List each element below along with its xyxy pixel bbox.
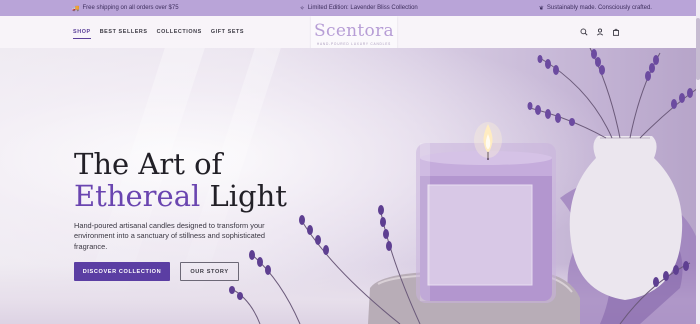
announcement-bar: 🚚 Free shipping on all orders over $75 ✧… (0, 0, 700, 16)
scrollbar-thumb[interactable] (696, 18, 700, 80)
search-icon[interactable] (580, 28, 588, 36)
sparkle-icon: ✧ (299, 5, 305, 12)
nav-link-shop[interactable]: SHOP (73, 29, 91, 39)
hero-title: The Art of Ethereal Light (74, 148, 287, 212)
hero-title-line1: The Art of (74, 147, 223, 181)
nav-link-gift-sets[interactable]: GIFT SETS (211, 29, 244, 35)
nav-icons (580, 16, 620, 48)
hero-title-accent: Ethereal (74, 179, 201, 213)
hero-title-rest: Light (200, 179, 287, 213)
bag-icon[interactable] (612, 28, 620, 36)
announcement-shipping-text: Free shipping on all orders over $75 (82, 5, 179, 11)
our-story-button[interactable]: OUR STORY (180, 262, 239, 281)
announcement-limited: ✧ Limited Edition: Lavender Bliss Collec… (300, 5, 418, 12)
nav-link-collections[interactable]: COLLECTIONS (157, 29, 202, 35)
page-scrollbar[interactable] (696, 0, 700, 324)
announcement-sustainable: ❦ Sustainably made. Consciously crafted. (539, 5, 652, 12)
logo-wordmark: Scentora (314, 21, 394, 41)
leaf-icon: ❦ (538, 5, 544, 12)
announcement-shipping: 🚚 Free shipping on all orders over $75 (72, 5, 179, 12)
hero-subtitle: Hand-poured artisanal candles designed t… (74, 221, 266, 251)
discover-collection-button[interactable]: DISCOVER COLLECTION (74, 262, 170, 281)
announcement-limited-text: Limited Edition: Lavender Bliss Collecti… (307, 5, 418, 11)
nav-link-best-sellers[interactable]: BEST SELLERS (100, 29, 148, 35)
truck-icon: 🚚 (72, 5, 80, 12)
logo-tagline: HAND-POURED LUXURY CANDLES (316, 42, 392, 46)
announcement-sustainable-text: Sustainably made. Consciously crafted. (546, 5, 652, 11)
user-icon[interactable] (596, 28, 604, 36)
brand-logo[interactable]: Scentora HAND-POURED LUXURY CANDLES (311, 16, 397, 52)
hero-section: The Art of Ethereal Light Hand-poured ar… (0, 48, 700, 324)
nav-links: SHOP BEST SELLERS COLLECTIONS GIFT SETS (73, 16, 244, 48)
